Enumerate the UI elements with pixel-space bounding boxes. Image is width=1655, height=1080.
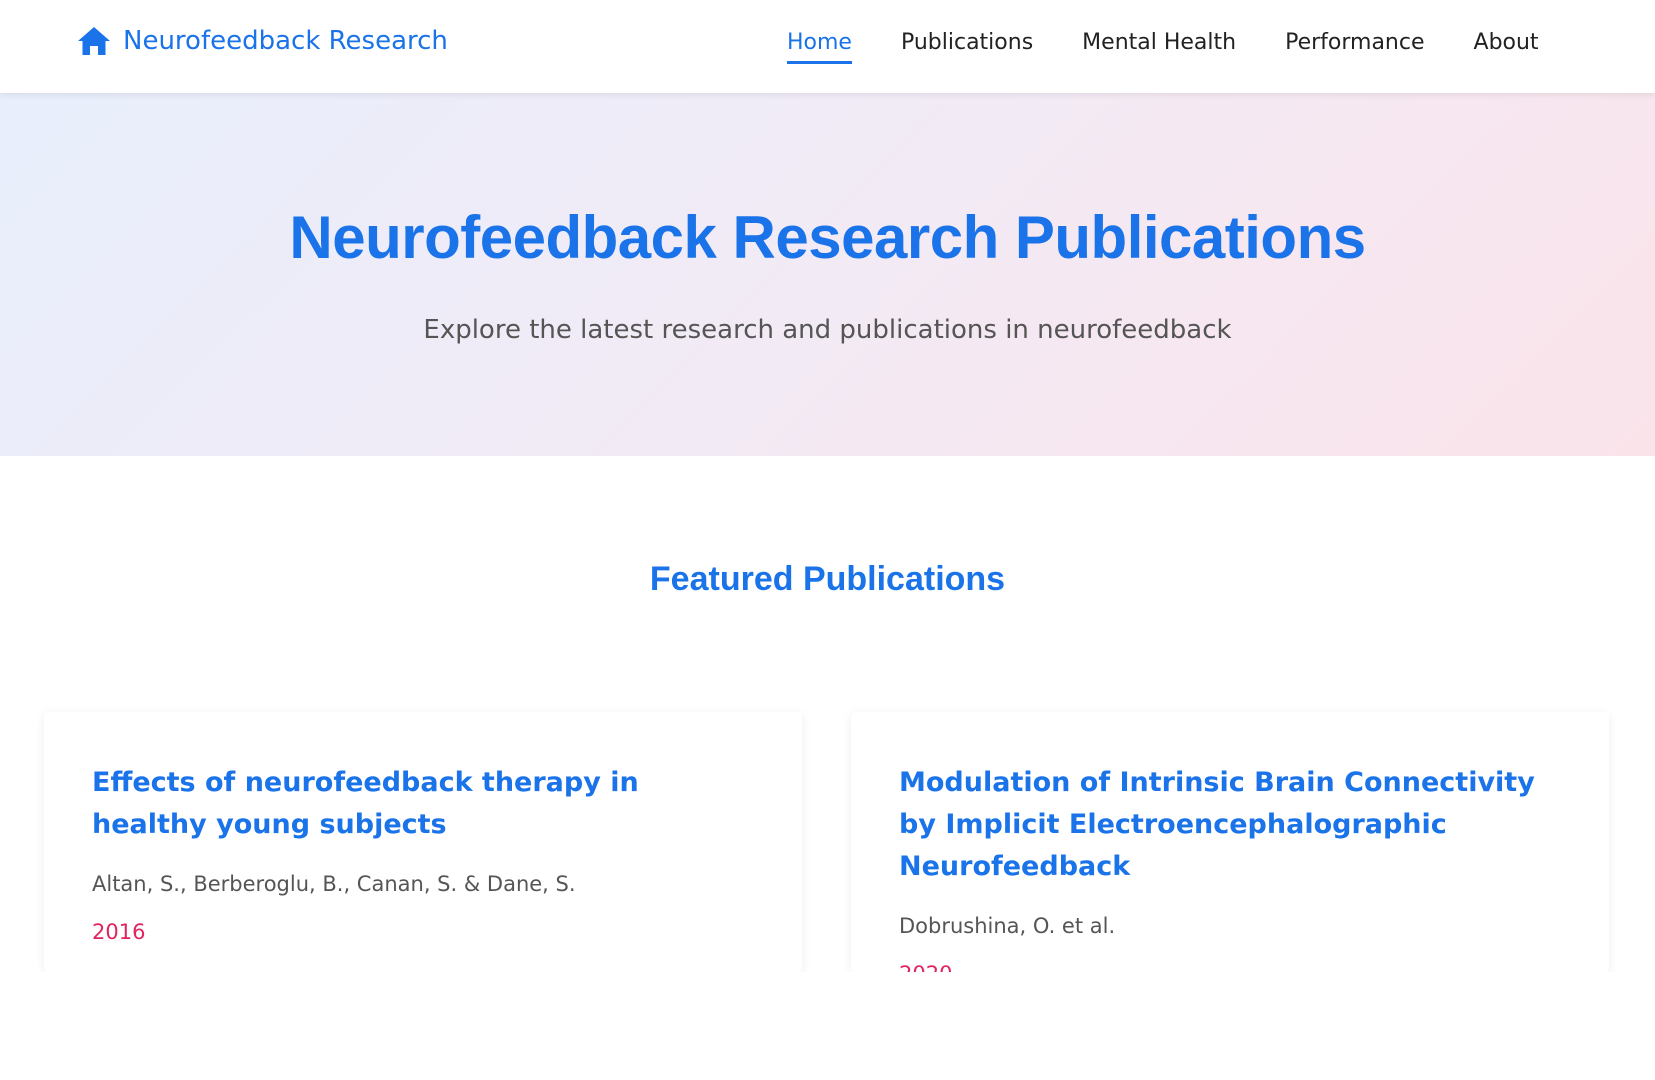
nav-mental-health[interactable]: Mental Health [1082,30,1236,61]
main-nav: Home Publications Mental Health Performa… [787,30,1539,64]
nav-publications[interactable]: Publications [901,30,1033,61]
brand-label: Neurofeedback Research [123,26,448,56]
publication-year: 2016 [92,920,146,944]
publication-authors: Altan, S., Berberoglu, B., Canan, S. & D… [92,872,576,896]
publication-title[interactable]: Effects of neurofeedback therapy in heal… [92,762,754,846]
hero-banner: Neurofeedback Research Publications Expl… [0,93,1655,456]
hero-subtitle: Explore the latest research and publicat… [423,315,1232,345]
publication-card: Effects of neurofeedback therapy in heal… [44,712,802,972]
featured-heading: Featured Publications [649,560,1006,598]
hero-title: Neurofeedback Research Publications [289,204,1366,271]
home-icon [77,26,111,56]
publication-title[interactable]: Modulation of Intrinsic Brain Connectivi… [899,762,1561,888]
publication-card: Modulation of Intrinsic Brain Connectivi… [851,712,1609,986]
nav-performance[interactable]: Performance [1285,30,1424,61]
nav-home[interactable]: Home [787,30,852,64]
brand-link[interactable]: Neurofeedback Research [77,26,448,56]
page-bottom [0,972,1655,1080]
nav-about[interactable]: About [1474,30,1539,61]
top-navbar: Neurofeedback Research Home Publications… [0,0,1655,93]
publication-authors: Dobrushina, O. et al. [899,914,1116,938]
